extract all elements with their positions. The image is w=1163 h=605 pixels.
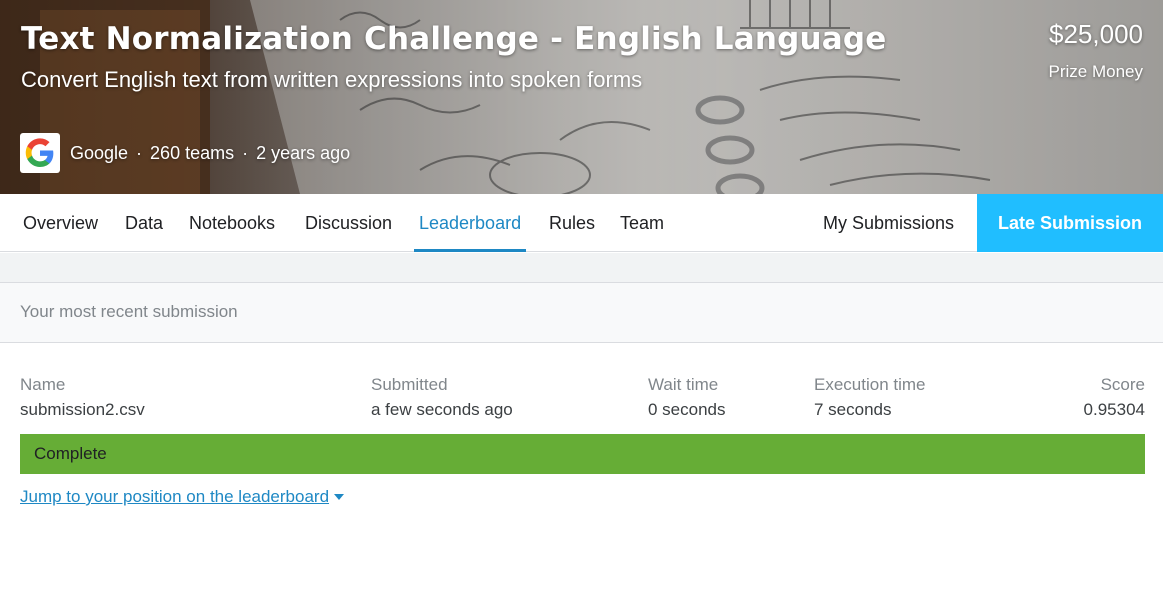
tab-team[interactable]: Team (620, 194, 664, 252)
score-value: 0.95304 (1083, 400, 1145, 419)
separator-dot: · (136, 142, 143, 163)
status-text: Complete (34, 444, 107, 463)
section-title: Your most recent submission (20, 302, 238, 321)
late-submission-button[interactable]: Late Submission (977, 194, 1163, 252)
google-logo-icon[interactable] (20, 133, 60, 173)
tab-leaderboard[interactable]: Leaderboard (414, 194, 527, 252)
header-name: Name (20, 375, 66, 394)
header-score: Score (1100, 375, 1145, 394)
status-bar-complete: Complete (20, 434, 1145, 474)
execution-time-value: 7 seconds (814, 400, 892, 419)
competition-title: Text Normalization Challenge - English L… (21, 21, 887, 57)
header-wait-time: Wait time (648, 375, 719, 394)
wait-time-value: 0 seconds (648, 400, 726, 419)
host-name[interactable]: Google (70, 143, 128, 164)
submission-filename: submission2.csv (20, 400, 145, 419)
jump-link-label[interactable]: Jump to your position on the leaderboard (20, 487, 329, 507)
prize-label: Prize Money (1048, 62, 1143, 81)
team-count: 260 teams (150, 142, 235, 163)
content-divider (0, 253, 1163, 283)
my-submissions-link[interactable]: My Submissions (823, 194, 954, 252)
separator-dot: · (242, 142, 249, 163)
competition-age: 2 years ago (256, 142, 351, 163)
submitted-time: a few seconds ago (371, 400, 513, 419)
header-execution-time: Execution time (814, 375, 926, 394)
tab-overview[interactable]: Overview (23, 194, 98, 252)
tab-discussion[interactable]: Discussion (305, 194, 392, 252)
host-info: Google · 260 teams · 2 years ago (20, 133, 350, 173)
recent-submission-header: Your most recent submission (0, 283, 1163, 343)
competition-nav: Overview Data Notebooks Discussion Leade… (0, 194, 1163, 252)
tab-notebooks[interactable]: Notebooks (189, 194, 275, 252)
jump-to-leaderboard-link[interactable]: Jump to your position on the leaderboard (20, 487, 345, 507)
caret-down-icon[interactable] (334, 494, 345, 500)
competition-subtitle: Convert English text from written expres… (21, 67, 643, 92)
competition-header-banner: Text Normalization Challenge - English L… (0, 0, 1163, 194)
tab-data[interactable]: Data (125, 194, 163, 252)
prize-amount: $25,000 (1049, 19, 1143, 49)
tab-rules[interactable]: Rules (549, 194, 595, 252)
header-submitted: Submitted (371, 375, 448, 394)
